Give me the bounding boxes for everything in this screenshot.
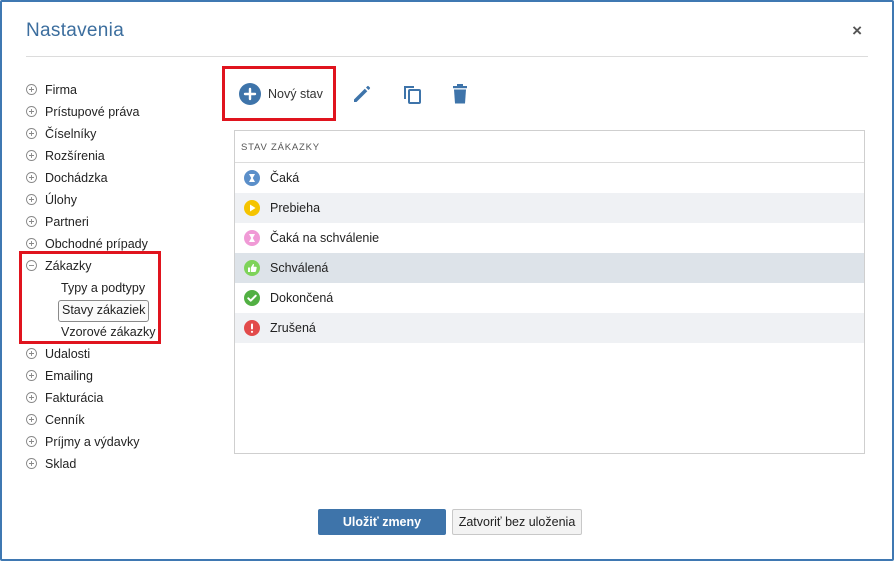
table-row[interactable]: Čaká na schválenie bbox=[235, 223, 864, 253]
status-label: Čaká na schválenie bbox=[270, 231, 380, 245]
divider bbox=[26, 56, 868, 57]
pencil-icon bbox=[354, 85, 371, 102]
status-label: Čaká bbox=[270, 171, 300, 185]
play-icon bbox=[244, 200, 260, 216]
close-without-saving-button[interactable]: Zatvoriť bez uloženia bbox=[452, 509, 582, 535]
expand-plus-icon bbox=[26, 172, 37, 183]
expand-plus-icon bbox=[26, 414, 37, 425]
check-icon bbox=[244, 290, 260, 306]
copy-icon bbox=[404, 86, 421, 104]
expand-plus-icon bbox=[26, 216, 37, 227]
expand-plus-icon bbox=[26, 370, 37, 381]
tree-item-label: Prístupové práva bbox=[45, 105, 140, 119]
expand-plus-icon bbox=[26, 458, 37, 469]
tree-item-label: Rozšírenia bbox=[45, 149, 105, 163]
exclamation-icon bbox=[244, 320, 260, 336]
table-header: STAV ZÁKAZKY bbox=[235, 131, 864, 163]
highlight-box-zakazky bbox=[19, 251, 161, 344]
thumbs-up-icon bbox=[244, 260, 260, 276]
expand-plus-icon bbox=[26, 150, 37, 161]
expand-plus-icon bbox=[26, 106, 37, 117]
tree-item-label: Číselníky bbox=[45, 127, 97, 141]
tree-item-label: Fakturácia bbox=[45, 391, 104, 405]
table-row[interactable]: Dokončená bbox=[235, 283, 864, 313]
delete-button[interactable] bbox=[451, 83, 469, 105]
table-row[interactable]: Zrušená bbox=[235, 313, 864, 343]
status-label: Dokončená bbox=[270, 291, 334, 305]
status-label: Prebieha bbox=[270, 201, 321, 215]
new-status-label: Nový stav bbox=[268, 87, 323, 101]
tree-item-label: Partneri bbox=[45, 215, 89, 229]
trash-icon bbox=[453, 84, 467, 104]
settings-dialog: Nastavenia × Firma Prístupové práva Číse… bbox=[0, 0, 894, 561]
copy-button[interactable] bbox=[401, 83, 423, 105]
table-row[interactable]: Prebieha bbox=[235, 193, 864, 223]
tree-item-label: Dochádzka bbox=[45, 171, 108, 185]
expand-plus-icon bbox=[26, 128, 37, 139]
status-table: STAV ZÁKAZKY Čaká Prebieha Čaká na schvá… bbox=[234, 130, 865, 454]
tree-item-label: Príjmy a výdavky bbox=[45, 435, 140, 449]
plus-circle-icon bbox=[239, 83, 261, 105]
tree-item-label: Sklad bbox=[45, 457, 77, 471]
expand-plus-icon bbox=[26, 348, 37, 359]
dialog-title: Nastavenia bbox=[26, 20, 125, 41]
table-row[interactable]: Schválená bbox=[235, 253, 864, 283]
column-header-stav-zakazky: STAV ZÁKAZKY bbox=[241, 142, 320, 153]
status-label: Schválená bbox=[270, 261, 329, 275]
expand-plus-icon bbox=[26, 84, 37, 95]
tree-item-label: Cenník bbox=[45, 413, 85, 427]
expand-plus-icon bbox=[26, 238, 37, 249]
hourglass-icon bbox=[244, 230, 260, 246]
edit-button[interactable] bbox=[352, 84, 372, 104]
tree-item-label: Emailing bbox=[45, 369, 93, 383]
close-icon[interactable]: × bbox=[852, 21, 862, 41]
save-button[interactable]: Uložiť zmeny bbox=[318, 509, 446, 535]
tree-item-label: Firma bbox=[45, 83, 77, 97]
tree-item-label: Udalosti bbox=[45, 347, 91, 361]
expand-plus-icon bbox=[26, 436, 37, 447]
hourglass-icon bbox=[244, 170, 260, 186]
expand-plus-icon bbox=[26, 194, 37, 205]
status-label: Zrušená bbox=[270, 321, 316, 335]
expand-plus-icon bbox=[26, 392, 37, 403]
tree-item-label: Úlohy bbox=[45, 193, 77, 207]
table-row[interactable]: Čaká bbox=[235, 163, 864, 193]
